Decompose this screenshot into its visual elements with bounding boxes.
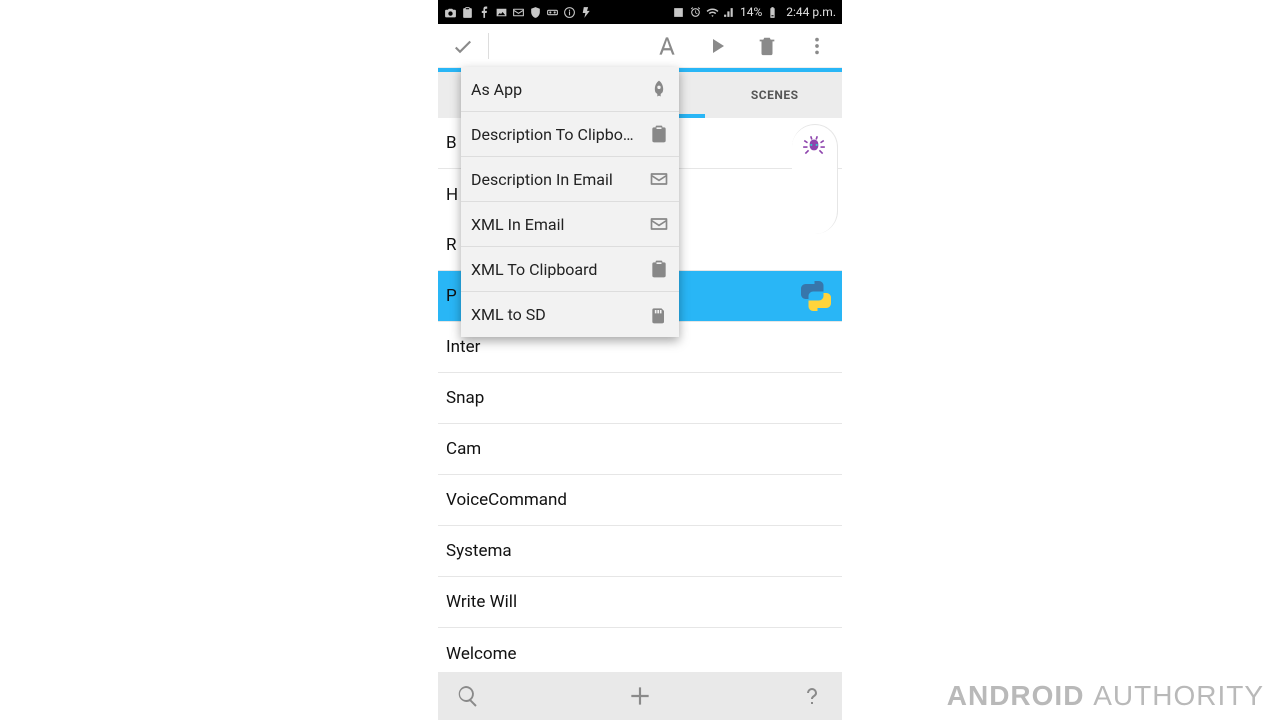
- tape-icon: [546, 6, 559, 19]
- python-icon: [798, 278, 834, 314]
- popup-item-as-app[interactable]: As App: [461, 67, 679, 112]
- watermark: ANDROID AUTHORITY: [947, 680, 1264, 712]
- tab-scenes[interactable]: SCENES: [707, 88, 842, 102]
- shield-icon: [529, 6, 542, 19]
- plus-icon: [627, 683, 653, 709]
- popup-item-label: Description To Clipboard: [471, 125, 649, 144]
- check-icon: [451, 34, 475, 58]
- app-icon: [461, 6, 474, 19]
- list-item[interactable]: Cam: [438, 424, 842, 475]
- signal-icon: [723, 6, 736, 19]
- popup-item-xml-email[interactable]: XML In Email: [461, 202, 679, 247]
- popup-item-label: Description In Email: [471, 170, 649, 189]
- camera-icon: [444, 6, 457, 19]
- email-icon: [512, 6, 525, 19]
- sd-icon: [649, 305, 669, 325]
- list-item[interactable]: VoiceCommand: [438, 475, 842, 526]
- action-bar: [438, 24, 842, 68]
- battery-percent: 14%: [740, 5, 762, 19]
- clipboard-icon: [649, 259, 669, 279]
- export-popup-menu: As App Description To Clipboard Descript…: [461, 67, 679, 337]
- list-item-label: R: [446, 235, 456, 255]
- list-item-label: Cam: [446, 439, 481, 459]
- rocket-icon: [649, 79, 669, 99]
- list-item-label: Snap: [446, 388, 484, 408]
- help-button[interactable]: [788, 672, 836, 720]
- rename-button[interactable]: [642, 24, 692, 68]
- alarm-icon: [689, 6, 702, 19]
- list-item-label: VoiceCommand: [446, 490, 567, 510]
- delete-button[interactable]: [742, 24, 792, 68]
- list-item[interactable]: Systema: [438, 526, 842, 577]
- help-icon: [800, 684, 824, 708]
- trash-icon: [756, 35, 778, 57]
- nfc-icon: [672, 6, 685, 19]
- battery-icon: [766, 6, 779, 19]
- email-icon: [649, 214, 669, 234]
- add-button[interactable]: [616, 672, 664, 720]
- info-icon: [563, 6, 576, 19]
- list-item-label: Systema: [446, 541, 512, 561]
- gallery-icon: [495, 6, 508, 19]
- facebook-icon: [478, 6, 491, 19]
- popup-item-label: XML To Clipboard: [471, 260, 649, 279]
- bug-icon: [798, 133, 830, 159]
- list-item-thumb-bubble: [792, 124, 838, 234]
- status-right-icons: 14% 2:44 p.m.: [672, 5, 836, 19]
- wifi-icon: [706, 6, 719, 19]
- status-bar: 14% 2:44 p.m.: [438, 0, 842, 24]
- list-item-label: H: [446, 185, 458, 205]
- popup-item-xml-clipboard[interactable]: XML To Clipboard: [461, 247, 679, 292]
- clock-time: 2:44 p.m.: [786, 5, 836, 19]
- popup-item-desc-clipboard[interactable]: Description To Clipboard: [461, 112, 679, 157]
- list-item[interactable]: Snap: [438, 373, 842, 424]
- list-item-label: Write Will: [446, 592, 517, 612]
- search-icon: [456, 684, 480, 708]
- clipboard-icon: [649, 124, 669, 144]
- list-item[interactable]: Write Will: [438, 577, 842, 628]
- more-vert-icon: [806, 35, 828, 57]
- letter-a-icon: [654, 33, 680, 59]
- popup-item-label: XML to SD: [471, 305, 649, 324]
- play-icon: [705, 34, 729, 58]
- status-left-icons: [444, 6, 593, 19]
- bottom-bar: [438, 672, 842, 720]
- popup-item-label: As App: [471, 80, 649, 99]
- list-item-label: Inter: [446, 337, 480, 357]
- confirm-button[interactable]: [438, 24, 488, 68]
- run-button[interactable]: [692, 24, 742, 68]
- watermark-brand2: AUTHORITY: [1093, 680, 1264, 711]
- list-item-label: Welcome: [446, 644, 517, 664]
- list-item-label: P: [446, 286, 457, 306]
- action-separator: [488, 33, 489, 59]
- search-button[interactable]: [444, 672, 492, 720]
- email-icon: [649, 169, 669, 189]
- popup-item-label: XML In Email: [471, 215, 649, 234]
- list-item-label: B: [446, 133, 457, 153]
- flash-icon: [580, 6, 593, 19]
- list-item-thumb: [798, 278, 834, 314]
- popup-item-xml-sd[interactable]: XML to SD: [461, 292, 679, 337]
- watermark-brand1: ANDROID: [947, 680, 1093, 711]
- popup-item-desc-email[interactable]: Description In Email: [461, 157, 679, 202]
- overflow-button[interactable]: [792, 24, 842, 68]
